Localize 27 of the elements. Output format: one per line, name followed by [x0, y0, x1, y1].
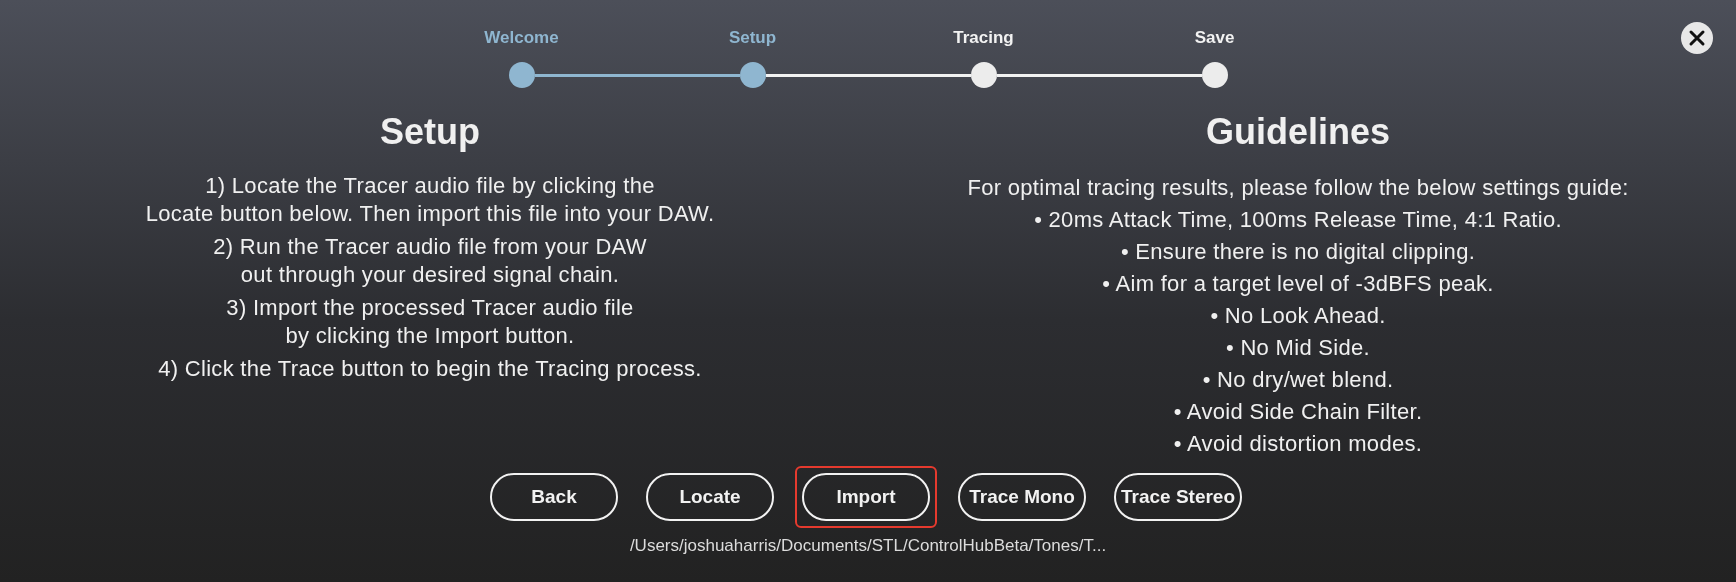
section-title: Guidelines	[1205, 112, 1390, 152]
guideline-item: • No dry/wet blend.	[1202, 366, 1394, 394]
instruction-text: 3) Import the processed Tracer audio file by clicking the Import button.	[226, 294, 634, 350]
guideline-item: • Avoid distortion modes.	[1173, 430, 1423, 458]
guideline-item: • Avoid Side Chain Filter.	[1173, 398, 1423, 426]
action-button[interactable]: Trace Mono	[958, 473, 1086, 521]
action-button[interactable]: Back	[490, 473, 618, 521]
step-label: Tracing	[952, 29, 1015, 47]
section-title: Setup	[380, 112, 480, 152]
instruction-text: 1) Locate the Tracer audio file by clicking the Locate button below. Then import this file into your DAW.	[145, 172, 715, 228]
step-label: Welcome	[483, 29, 560, 47]
guideline-item: • Aim for a target level of -3dBFS peak.	[1102, 270, 1494, 298]
file-path: /Users/joshuaharris/Documents/STL/ControlHubBeta/Tones/T...	[628, 536, 1108, 556]
close-button[interactable]	[1681, 22, 1713, 54]
guideline-intro: For optimal tracing results, please follow the below settings guide:	[967, 174, 1629, 202]
step-label: Save	[1193, 29, 1236, 47]
guideline-item: • 20ms Attack Time, 100ms Release Time, 4:1 Ratio.	[1034, 206, 1562, 234]
close-icon	[1681, 22, 1713, 54]
action-button[interactable]: Trace Stereo	[1114, 473, 1242, 521]
instruction-text: 2) Run the Tracer audio file from your DAW out through your desired signal chain.	[213, 233, 647, 289]
step-label: Setup	[727, 29, 778, 47]
action-button[interactable]: Locate	[646, 473, 774, 521]
guideline-item: • No Mid Side.	[1226, 334, 1370, 362]
guideline-item: • No Look Ahead.	[1210, 302, 1386, 330]
guideline-item: • Ensure there is no digital clipping.	[1120, 238, 1476, 266]
instruction-text: 4) Click the Trace button to begin the Tracing process.	[158, 355, 702, 383]
action-button[interactable]: Import	[802, 473, 930, 521]
